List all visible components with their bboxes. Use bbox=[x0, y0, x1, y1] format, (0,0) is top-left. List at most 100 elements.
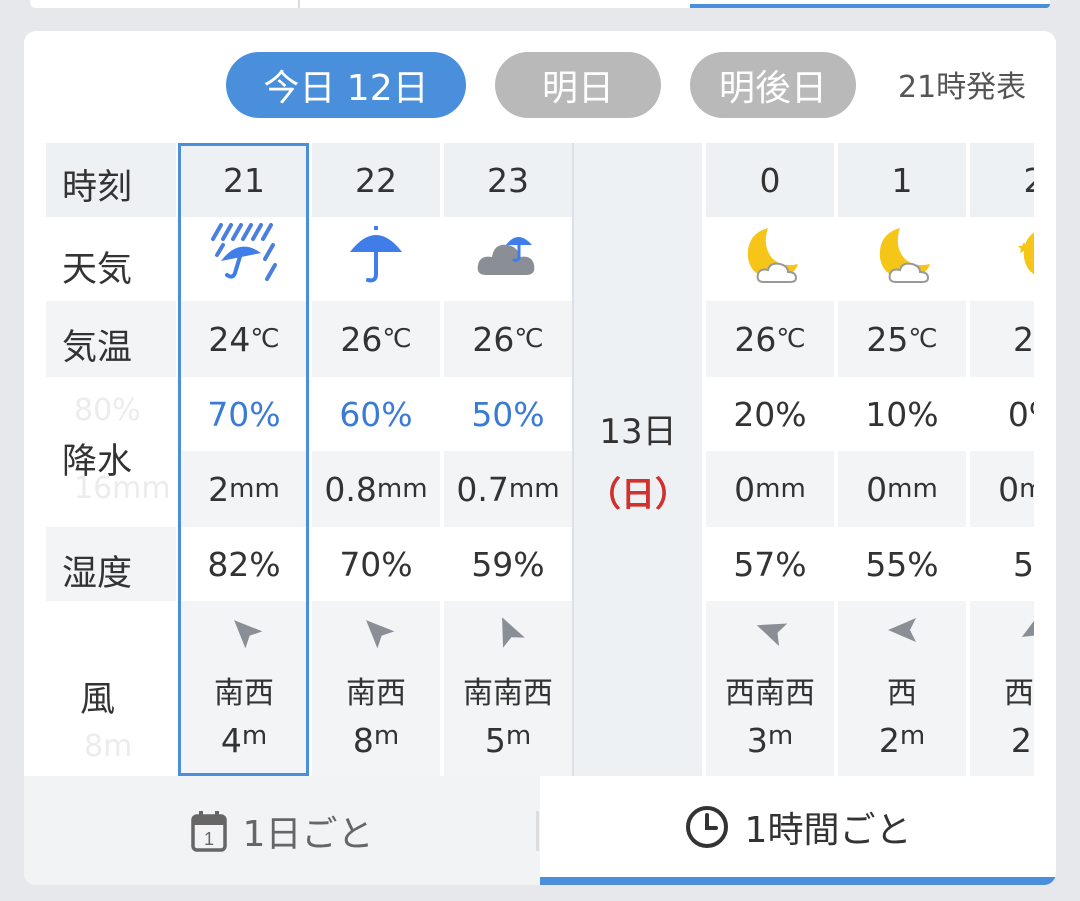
precip-probability: 50% bbox=[444, 377, 572, 451]
tab-daily[interactable]: 1 1日ごと bbox=[24, 776, 540, 885]
tab-today[interactable]: 今日 12日 bbox=[226, 52, 466, 118]
date-separator-weekday: （日） bbox=[587, 474, 689, 515]
hour-temp: 26 ℃ bbox=[706, 301, 834, 377]
wind-direction: 南西 bbox=[312, 659, 440, 721]
wind-speed-value: 2 bbox=[878, 721, 900, 760]
hour-time: 21 bbox=[180, 143, 308, 217]
announcement-time: 21時発表 bbox=[898, 70, 1027, 105]
amount-value: 0.8 bbox=[324, 469, 377, 509]
wind-speed-unit: m bbox=[899, 721, 926, 751]
wind-speed-value: 4 bbox=[220, 721, 242, 760]
temp-unit: ℃ bbox=[514, 324, 544, 354]
amount-value: 0.7 bbox=[456, 469, 509, 509]
humidity: 82% bbox=[180, 527, 308, 601]
wind-speed-value: 3 bbox=[746, 721, 768, 760]
row-label-time: 時刻 bbox=[62, 168, 133, 208]
calendar-icon: 1 bbox=[190, 810, 227, 852]
weather-icon-cell bbox=[312, 217, 440, 301]
hour-temp: 25 ℃ bbox=[838, 301, 966, 377]
amount-unit: mm bbox=[229, 474, 280, 504]
bottom-tab-divider bbox=[536, 811, 539, 851]
temp-unit: ℃ bbox=[382, 324, 412, 354]
hour-temp: 26 ℃ bbox=[312, 301, 440, 377]
top-tab-strip bbox=[30, 0, 1050, 8]
top-tab-active-indicator bbox=[690, 4, 1050, 8]
precip-probability: 60% bbox=[312, 377, 440, 451]
forecast-card: 今日 12日 明日 明後日 21時発表 80% 16mm 8m 時刻 天気 気温… bbox=[24, 31, 1056, 885]
hour-time: 23 bbox=[444, 143, 572, 217]
temp-value: 24 bbox=[208, 319, 251, 359]
clock-icon bbox=[685, 805, 728, 848]
wind-direction-arrow-icon bbox=[706, 601, 834, 659]
heavy-rain-umbrella-icon bbox=[209, 223, 279, 295]
wind-direction-arrow-icon bbox=[312, 601, 440, 659]
hour-time: 22 bbox=[312, 143, 440, 217]
hour-temp: 26 ℃ bbox=[444, 301, 572, 377]
wind-direction-arrow-icon bbox=[444, 601, 572, 659]
precip-probability: 20% bbox=[706, 377, 834, 451]
moon-cloud-icon bbox=[870, 224, 934, 294]
temp-value: 26 bbox=[734, 319, 777, 359]
precip-amount: 0mm bbox=[706, 451, 834, 527]
tab-hourly-label: 1時間ごと bbox=[744, 809, 912, 851]
amount-value: 0 bbox=[998, 469, 1020, 509]
moon-cloud-icon bbox=[738, 224, 802, 294]
wind-speed-unit: m bbox=[505, 721, 532, 751]
grid-right-clip bbox=[1034, 143, 1056, 776]
weather-icon-cell bbox=[706, 217, 834, 301]
amount-unit: mm bbox=[376, 474, 428, 504]
ghost-speed: 8m bbox=[84, 729, 133, 764]
amount-value: 0 bbox=[866, 469, 888, 509]
humidity: 57% bbox=[706, 527, 834, 601]
humidity: 55% bbox=[838, 527, 966, 601]
svg-text:1: 1 bbox=[204, 829, 214, 849]
row-label-humidity: 湿度 bbox=[62, 554, 133, 594]
row-label-precip: 降水 bbox=[62, 442, 133, 482]
wind-speed: 4m bbox=[180, 721, 308, 776]
wind-direction: 西 bbox=[838, 659, 966, 721]
amount-value: 2 bbox=[208, 469, 230, 509]
temp-value: 26 bbox=[340, 319, 383, 359]
precip-amount: 0.7 mm bbox=[444, 451, 572, 527]
precip-probability: 70% bbox=[180, 377, 308, 451]
wind-speed-unit: m bbox=[241, 721, 268, 751]
tab-day-after-tomorrow[interactable]: 明後日 bbox=[690, 52, 856, 118]
weather-icon-cell bbox=[444, 217, 572, 301]
wind-speed-value: 2 bbox=[1010, 721, 1032, 760]
precip-probability: 10% bbox=[838, 377, 966, 451]
date-separator: 13日 （日） bbox=[572, 143, 702, 776]
weather-icon-cell bbox=[180, 217, 308, 301]
amount-unit: mm bbox=[508, 474, 560, 504]
hour-time: 1 bbox=[838, 143, 966, 217]
row-label-temp: 気温 bbox=[62, 328, 133, 368]
wind-speed: 5m bbox=[444, 721, 572, 776]
tab-tomorrow[interactable]: 明日 bbox=[495, 52, 661, 118]
precip-amount: 0.8 mm bbox=[312, 451, 440, 527]
temp-unit: ℃ bbox=[908, 324, 938, 354]
ghost-prob: 80% bbox=[74, 393, 141, 428]
wind-speed-unit: m bbox=[767, 721, 794, 751]
wind-speed-unit: m bbox=[373, 721, 400, 751]
row-label-weather: 天気 bbox=[62, 250, 133, 290]
top-tab-divider bbox=[298, 0, 300, 8]
humidity: 70% bbox=[312, 527, 440, 601]
temp-unit: ℃ bbox=[250, 324, 280, 354]
temp-unit: ℃ bbox=[776, 324, 806, 354]
wind-direction: 西南西 bbox=[706, 659, 834, 721]
wind-direction: 南南西 bbox=[444, 659, 572, 721]
hour-temp: 24 ℃ bbox=[180, 301, 308, 377]
wind-speed: 8m bbox=[312, 721, 440, 776]
humidity: 59% bbox=[444, 527, 572, 601]
amount-unit: mm bbox=[887, 474, 938, 504]
umbrella-icon bbox=[346, 224, 406, 294]
tab-hourly[interactable]: 1時間ごと bbox=[540, 776, 1056, 885]
wind-speed: 3m bbox=[706, 721, 834, 776]
cloud-umbrella-icon bbox=[476, 229, 540, 289]
hour-time: 0 bbox=[706, 143, 834, 217]
precip-amount: 0mm bbox=[838, 451, 966, 527]
amount-value: 0 bbox=[734, 469, 756, 509]
wind-direction-arrow-icon bbox=[838, 601, 966, 659]
tab-daily-label: 1日ごと bbox=[242, 813, 374, 855]
date-separator-day: 13日 bbox=[599, 411, 677, 452]
precip-amount: 2 mm bbox=[180, 451, 308, 527]
